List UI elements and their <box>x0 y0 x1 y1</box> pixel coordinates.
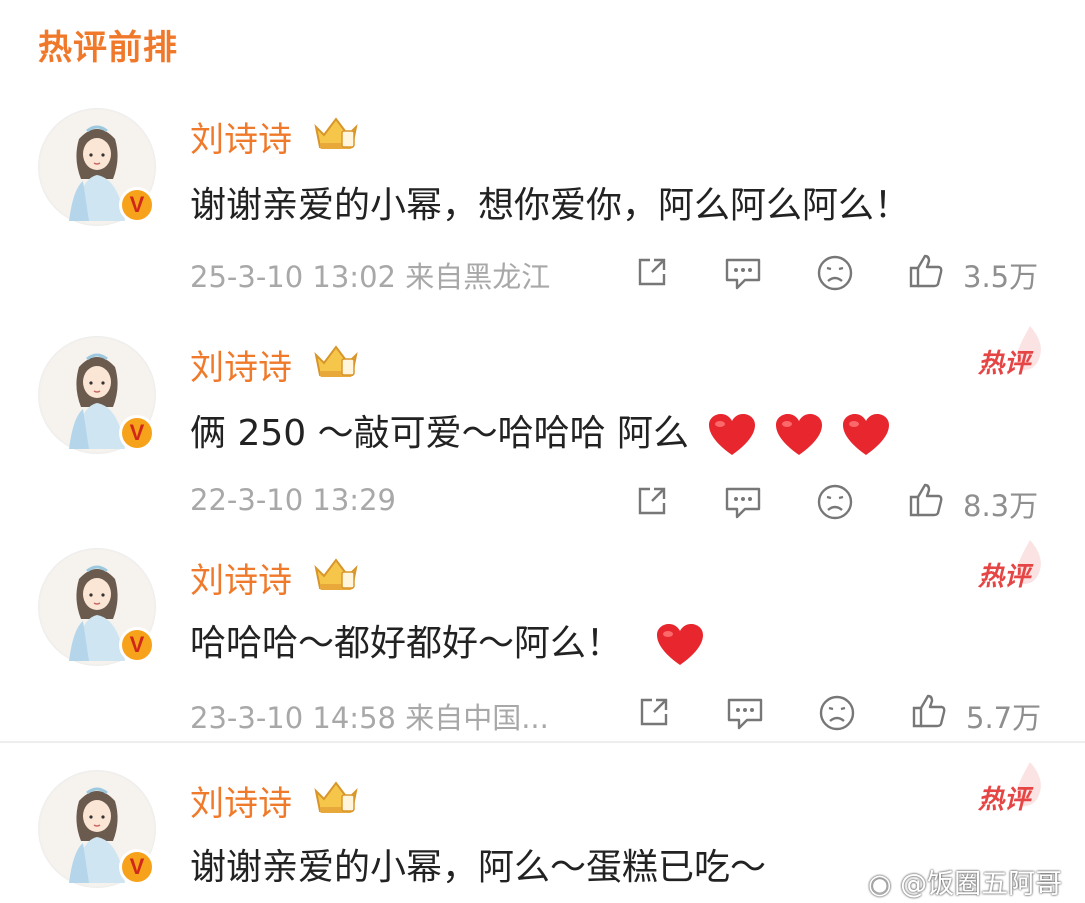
comment-icon[interactable] <box>723 483 763 521</box>
heart-emoji-icon <box>708 414 755 455</box>
watermark-text: @饭圈五阿哥 <box>900 869 1063 900</box>
username[interactable]: 刘诗诗 <box>190 112 292 161</box>
avatar[interactable]: V <box>38 548 156 666</box>
section-title: 热评前排 <box>38 28 178 68</box>
like-count: 8.3万 <box>963 489 1039 523</box>
comment-icon[interactable] <box>725 694 765 732</box>
comment-meta: 23-3-10 14:58 来自中国... <box>190 701 549 735</box>
divider <box>0 741 1085 743</box>
avatar[interactable]: V <box>38 108 156 226</box>
share-icon[interactable] <box>634 254 670 290</box>
weibo-logo-icon: ◉ <box>868 869 892 900</box>
verified-badge: V <box>119 415 155 451</box>
avatar[interactable]: V <box>38 770 156 888</box>
thumbs-up-icon[interactable] <box>910 692 948 730</box>
crown-badge-icon <box>314 117 358 149</box>
hot-comment-badge: 热评 <box>978 562 1031 592</box>
comment-text-content: 俩 250 ～敲可爱～哈哈哈 阿么 <box>190 413 690 454</box>
username[interactable]: 刘诗诗 <box>190 776 292 825</box>
sad-face-icon[interactable] <box>816 483 854 521</box>
thumbs-up-icon[interactable] <box>907 481 945 519</box>
comment-meta: 25-3-10 13:02 来自黑龙江 <box>190 260 551 294</box>
comment-text-content: 哈哈哈～都好都好～阿么！ <box>190 623 623 664</box>
hot-comment-badge: 热评 <box>978 349 1031 379</box>
verified-badge: V <box>119 187 155 223</box>
crown-badge-icon <box>314 558 358 590</box>
like-count: 3.5万 <box>963 260 1039 294</box>
comment-text: 谢谢亲爱的小幂，阿么～蛋糕已吃～ <box>190 847 767 888</box>
verified-badge: V <box>119 627 155 663</box>
heart-emoji-icon <box>657 624 704 665</box>
like-count: 5.7万 <box>966 701 1042 735</box>
heart-emoji-icon <box>843 414 890 455</box>
share-icon[interactable] <box>636 694 672 730</box>
username[interactable]: 刘诗诗 <box>190 553 292 602</box>
heart-emoji-icon <box>775 414 822 455</box>
comment-icon[interactable] <box>723 254 763 292</box>
comment-text: 哈哈哈～都好都好～阿么！ <box>190 614 705 667</box>
sad-face-icon[interactable] <box>816 254 854 292</box>
crown-badge-icon <box>314 345 358 377</box>
comment-text: 俩 250 ～敲可爱～哈哈哈 阿么 <box>190 404 891 457</box>
comment-meta: 22-3-10 13:29 <box>190 483 396 517</box>
sad-face-icon[interactable] <box>818 694 856 732</box>
username[interactable]: 刘诗诗 <box>190 340 292 389</box>
verified-badge: V <box>119 849 155 885</box>
watermark: ◉ @饭圈五阿哥 <box>868 862 1062 901</box>
thumbs-up-icon[interactable] <box>907 252 945 290</box>
share-icon[interactable] <box>634 483 670 519</box>
hot-comment-badge: 热评 <box>978 785 1031 815</box>
crown-badge-icon <box>314 781 358 813</box>
comment-text: 谢谢亲爱的小幂，想你爱你，阿么阿么阿么！ <box>190 185 911 226</box>
avatar[interactable]: V <box>38 336 156 454</box>
